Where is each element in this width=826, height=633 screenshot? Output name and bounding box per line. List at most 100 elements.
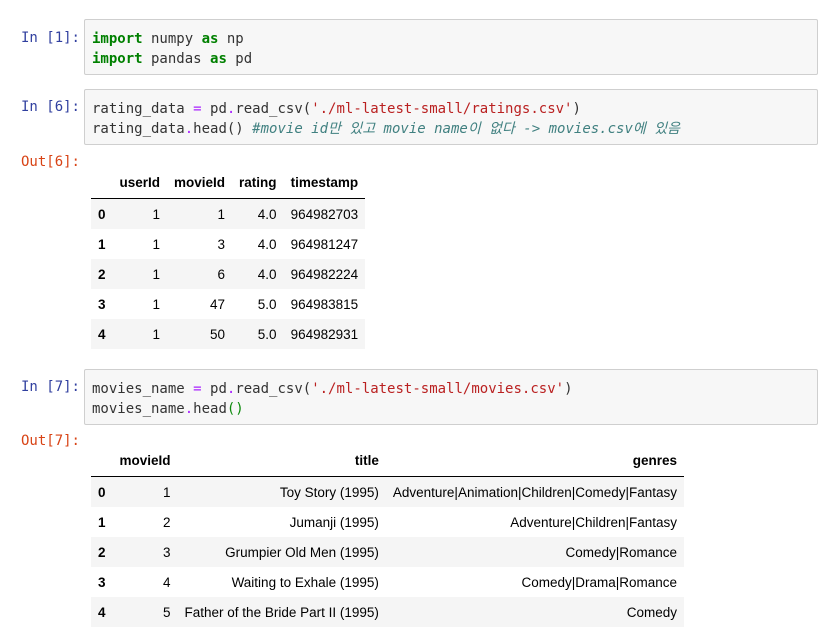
table-cell: Comedy|Drama|Romance bbox=[521, 574, 678, 590]
code-token: pd bbox=[226, 51, 253, 67]
table-cell: 1 bbox=[152, 266, 161, 282]
table-cell: 3 bbox=[163, 544, 171, 560]
row-index: 1 bbox=[98, 514, 106, 530]
output-prompt: Out[6]: bbox=[20, 154, 80, 170]
row-index: 3 bbox=[98, 296, 106, 312]
table-cell: 50 bbox=[210, 326, 226, 342]
row-index: 4 bbox=[98, 604, 106, 620]
code-editor[interactable]: rating_data = pd. read_csv('./ml-latest-s… bbox=[84, 89, 818, 145]
table-cell: 964982931 bbox=[290, 326, 359, 342]
code-token: './ml-latest-small/movies.csv' bbox=[311, 381, 565, 397]
code-editor[interactable]: import numpy as np import pandas as pd bbox=[84, 19, 818, 75]
table-cell: 5.0 bbox=[257, 326, 277, 342]
table-cell: Waiting to Exhale (1995) bbox=[231, 574, 379, 590]
code-token: . bbox=[184, 401, 194, 417]
code-token: np bbox=[218, 31, 244, 47]
row-index: 3 bbox=[98, 574, 106, 590]
table-cell: 4.0 bbox=[257, 266, 277, 282]
code-line: import pandas as pd bbox=[92, 49, 811, 69]
table-cell: 5 bbox=[163, 604, 171, 620]
index-header bbox=[91, 445, 113, 477]
code-line: import numpy as np bbox=[92, 29, 811, 49]
column-header: title bbox=[177, 445, 386, 477]
code-line: rating_data = pd.read_csv('./ml-latest-s… bbox=[92, 99, 811, 119]
code-token: read_csv( bbox=[235, 381, 312, 397]
table-cell: Father of the Bride Part II (1995) bbox=[184, 604, 379, 620]
index-header bbox=[91, 167, 113, 199]
column-header: movieId bbox=[167, 167, 233, 199]
table-cell: 6 bbox=[217, 266, 226, 282]
table-cell: Adventure|Animation|Children|Comedy|Fant… bbox=[392, 484, 678, 500]
table-cell: 964983815 bbox=[290, 296, 359, 312]
table-cell: Comedy|Romance bbox=[565, 544, 678, 560]
table-cell: 1 bbox=[152, 206, 161, 222]
column-header: userId bbox=[112, 167, 168, 199]
row-index: 0 bbox=[98, 484, 106, 500]
output-prompt: Out[7]: bbox=[20, 433, 80, 449]
table-row: 3 1 47 5.0 964983815 bbox=[91, 289, 365, 319]
table-row: 4 5 Father of the Bride Part II (1995) Come… bbox=[91, 597, 685, 627]
table-cell: 4 bbox=[163, 574, 171, 590]
code-line: rating_data.head() #movie id만 있고 movie n… bbox=[92, 119, 811, 139]
code-token: ) bbox=[564, 381, 573, 397]
code-token: rating_data bbox=[92, 121, 185, 137]
code-token: movies_name bbox=[92, 401, 185, 417]
code-editor[interactable]: movies_name = pd. read_csv('./ml-latest-s… bbox=[84, 369, 818, 425]
code-token: #movie id만 있고 movie name이 없다 -> movies.c… bbox=[252, 121, 680, 137]
table-row: 0 1 1 4.0 964982703 bbox=[91, 198, 366, 229]
column-header: rating bbox=[232, 167, 284, 199]
code-token: movies_name bbox=[92, 381, 194, 397]
table-cell: 964982703 bbox=[290, 206, 359, 222]
table-cell: 5.0 bbox=[257, 296, 277, 312]
code-token: ) bbox=[572, 101, 581, 117]
code-token: read_csv( bbox=[235, 101, 312, 117]
table-cell: Comedy bbox=[626, 604, 678, 620]
row-index: 2 bbox=[98, 544, 106, 560]
input-prompt: In [6]: bbox=[20, 99, 80, 115]
input-prompt: In [7]: bbox=[20, 379, 80, 395]
table-cell: 1 bbox=[152, 326, 161, 342]
table-cell: 1 bbox=[163, 484, 171, 500]
table-cell: 3 bbox=[217, 236, 226, 252]
table-cell: Adventure|Children|Fantasy bbox=[510, 514, 678, 530]
code-token: = bbox=[193, 101, 202, 117]
code-token: numpy bbox=[142, 31, 202, 47]
code-token: . bbox=[184, 121, 194, 137]
table-header-row: movieId title genres bbox=[91, 445, 685, 477]
code-token: as bbox=[210, 51, 227, 67]
row-index: 4 bbox=[98, 326, 106, 342]
table-cell: Grumpier Old Men (1995) bbox=[225, 544, 379, 560]
code-token: import bbox=[92, 31, 143, 47]
column-header: movieId bbox=[112, 445, 178, 477]
table-cell: 1 bbox=[217, 206, 226, 222]
code-token: pd bbox=[201, 101, 227, 117]
ratings-dataframe: userId movieId rating timestamp 0 1 1 4.0 96498… bbox=[91, 167, 366, 349]
table-cell: 4.0 bbox=[257, 206, 277, 222]
code-token: './ml-latest-small/ratings.csv' bbox=[311, 101, 573, 117]
code-token: () bbox=[226, 401, 244, 417]
table-cell: 47 bbox=[210, 296, 226, 312]
table-row: 2 1 6 4.0 964982224 bbox=[91, 259, 366, 289]
table-cell: 2 bbox=[163, 514, 171, 530]
code-token: head() bbox=[193, 121, 253, 137]
table-row: 2 3 Grumpier Old Men (1995) Comedy|Romance bbox=[91, 537, 685, 567]
column-header: genres bbox=[385, 445, 685, 477]
table-header-row: userId movieId rating timestamp bbox=[91, 167, 366, 199]
code-line: movies_name = pd.read_csv('./ml-latest-s… bbox=[92, 379, 811, 399]
table-cell: Toy Story (1995) bbox=[279, 484, 379, 500]
table-row: 4 1 50 5.0 964982931 bbox=[91, 319, 366, 349]
code-line: movies_name.head() bbox=[92, 399, 811, 419]
movies-dataframe: movieId title genres 0 1 Toy Story (1995) Adv… bbox=[91, 445, 685, 627]
table-cell: 4.0 bbox=[257, 236, 277, 252]
code-token: head bbox=[193, 401, 227, 417]
table-row: 0 1 Toy Story (1995) Adventure|Animation|Ch… bbox=[91, 476, 685, 507]
table-row: 1 1 3 4.0 964981247 bbox=[91, 229, 365, 259]
code-token: import bbox=[92, 51, 143, 67]
input-prompt: In [1]: bbox=[20, 30, 80, 46]
row-index: 2 bbox=[98, 266, 106, 282]
code-token: rating_data bbox=[92, 101, 194, 117]
table-cell: 964981247 bbox=[290, 236, 359, 252]
table-cell: 1 bbox=[152, 236, 161, 252]
table-cell: 964982224 bbox=[290, 266, 359, 282]
code-token: as bbox=[201, 31, 219, 47]
